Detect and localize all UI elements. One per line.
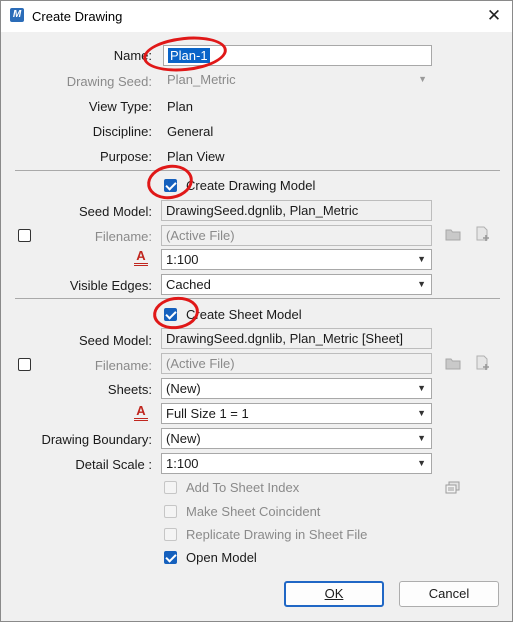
add-to-sheet-index-checkbox[interactable] bbox=[164, 481, 177, 494]
drawing-seed-label: Drawing Seed: bbox=[66, 74, 152, 89]
replicate-drawing-label: Replicate Drawing in Sheet File bbox=[186, 527, 368, 542]
annotation-scale-icon: A bbox=[136, 248, 146, 263]
annotation-scale-dropdown[interactable]: Full Size 1 = 1 ▼ bbox=[161, 403, 432, 424]
chevron-down-icon: ▼ bbox=[417, 279, 426, 289]
create-sheet-model-checkbox[interactable] bbox=[164, 308, 177, 321]
discipline-value: General bbox=[167, 124, 214, 139]
sheet-filename-checkbox[interactable] bbox=[18, 358, 31, 371]
sheet-filename-field: (Active File) bbox=[161, 353, 432, 374]
drawing-filename-field: (Active File) bbox=[161, 225, 432, 246]
drawing-boundary-value: (New) bbox=[166, 431, 201, 446]
app-icon: M bbox=[10, 8, 24, 22]
cancel-button[interactable]: Cancel bbox=[399, 581, 499, 607]
sheet-seed-model-label: Seed Model: bbox=[79, 333, 152, 348]
drawing-seed-model-label: Seed Model: bbox=[79, 204, 152, 219]
sheets-label: Sheets: bbox=[107, 382, 152, 397]
view-type-label: View Type: bbox=[88, 99, 152, 114]
purpose-label: Purpose: bbox=[99, 149, 152, 164]
sheet-index-icon[interactable] bbox=[445, 481, 461, 495]
create-drawing-dialog: M Create Drawing ✕ Name: Plan-1 Drawing … bbox=[0, 0, 513, 622]
drawing-scale-dropdown[interactable]: 1:100 ▼ bbox=[161, 249, 432, 270]
annotation-scale-icon-underline bbox=[134, 263, 148, 266]
chevron-down-icon: ▼ bbox=[417, 408, 426, 418]
new-file-icon[interactable] bbox=[475, 355, 491, 371]
ok-button-label: OK bbox=[324, 586, 344, 601]
make-sheet-coincident-checkbox[interactable] bbox=[164, 505, 177, 518]
open-model-label: Open Model bbox=[186, 550, 257, 565]
annotation-scale-icon-underline bbox=[134, 418, 148, 421]
make-sheet-coincident-label: Make Sheet Coincident bbox=[186, 504, 321, 519]
add-to-sheet-index-label: Add To Sheet Index bbox=[186, 480, 300, 495]
separator bbox=[15, 170, 500, 171]
annotation-scale-value: Full Size 1 = 1 bbox=[166, 406, 249, 421]
replicate-drawing-checkbox[interactable] bbox=[164, 528, 177, 541]
chevron-down-icon: ▼ bbox=[417, 458, 426, 468]
chevron-down-icon: ▼ bbox=[417, 383, 426, 393]
close-button[interactable]: ✕ bbox=[480, 3, 508, 29]
drawing-boundary-label: Drawing Boundary: bbox=[41, 432, 152, 447]
title-bar: M Create Drawing ✕ bbox=[1, 1, 512, 32]
drawing-boundary-dropdown[interactable]: (New) ▼ bbox=[161, 428, 432, 449]
create-drawing-model-label: Create Drawing Model bbox=[186, 178, 316, 193]
chevron-down-icon: ▼ bbox=[417, 254, 426, 264]
create-sheet-model-label: Create Sheet Model bbox=[186, 307, 302, 322]
chevron-down-icon: ▼ bbox=[417, 433, 426, 443]
name-label: Name: bbox=[113, 48, 152, 63]
sheet-filename-label: Filename: bbox=[94, 358, 152, 373]
visible-edges-value: Cached bbox=[166, 277, 211, 292]
name-input[interactable]: Plan-1 bbox=[163, 45, 432, 66]
view-type-value: Plan bbox=[167, 99, 194, 114]
chevron-down-icon: ▼ bbox=[418, 74, 427, 84]
purpose-value: Plan View bbox=[167, 149, 225, 164]
sheets-dropdown[interactable]: (New) ▼ bbox=[161, 378, 432, 399]
drawing-filename-checkbox[interactable] bbox=[18, 229, 31, 242]
detail-scale-dropdown[interactable]: 1:100 ▼ bbox=[161, 453, 432, 474]
visible-edges-dropdown[interactable]: Cached ▼ bbox=[161, 274, 432, 295]
sheets-value: (New) bbox=[166, 381, 201, 396]
window-title: Create Drawing bbox=[32, 9, 123, 24]
folder-icon[interactable] bbox=[445, 356, 461, 370]
drawing-seed-dropdown[interactable]: Plan_Metric ▼ bbox=[163, 70, 432, 91]
folder-icon[interactable] bbox=[445, 227, 461, 241]
create-drawing-model-checkbox[interactable] bbox=[164, 179, 177, 192]
ok-button[interactable]: OK bbox=[284, 581, 384, 607]
detail-scale-label: Detail Scale : bbox=[75, 457, 152, 472]
drawing-filename-label: Filename: bbox=[94, 229, 152, 244]
open-model-checkbox[interactable] bbox=[164, 551, 177, 564]
sheet-seed-model-field: DrawingSeed.dgnlib, Plan_Metric [Sheet] bbox=[161, 328, 432, 349]
separator bbox=[15, 298, 500, 299]
drawing-seed-model-field: DrawingSeed.dgnlib, Plan_Metric bbox=[161, 200, 432, 221]
new-file-icon[interactable] bbox=[475, 226, 491, 242]
annotation-scale-icon: A bbox=[136, 403, 146, 418]
drawing-seed-value: Plan_Metric bbox=[167, 72, 236, 87]
detail-scale-value: 1:100 bbox=[166, 456, 199, 471]
name-value: Plan-1 bbox=[168, 48, 210, 63]
drawing-scale-value: 1:100 bbox=[166, 252, 199, 267]
discipline-label: Discipline: bbox=[92, 124, 152, 139]
visible-edges-label: Visible Edges: bbox=[69, 278, 152, 293]
